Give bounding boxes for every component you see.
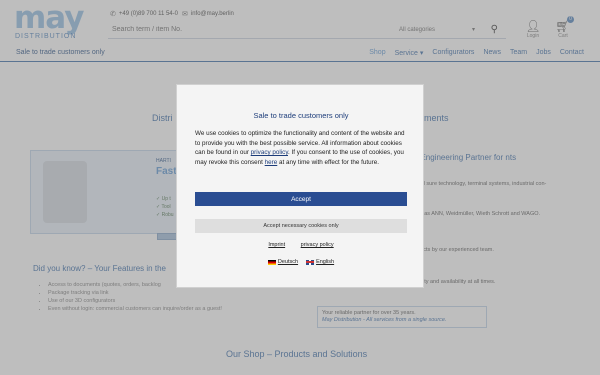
language-de[interactable]: Deutsch — [267, 259, 299, 265]
cookie-consent-dialog: Sale to trade customers only We use cook… — [176, 84, 424, 288]
accept-cookies-button[interactable]: Accept — [195, 192, 407, 206]
cookie-dialog-links: Imprint privacy policy — [177, 242, 425, 248]
cookie-text-3: at any time with effect for the future. — [277, 158, 379, 166]
language-en-label: English — [316, 259, 335, 265]
accept-necessary-cookies-button[interactable]: Accept necessary cookies only — [195, 219, 407, 233]
uk-flag-icon — [306, 259, 315, 265]
privacy-policy-footer-link[interactable]: privacy policy — [301, 242, 334, 248]
revoke-consent-link[interactable]: here — [265, 159, 278, 166]
language-de-label: Deutsch — [277, 259, 299, 265]
cookie-dialog-title: Sale to trade customers only — [253, 111, 349, 120]
cookie-dialog-text: We use cookies to optimize the functiona… — [195, 129, 409, 167]
privacy-policy-link[interactable]: privacy policy — [251, 149, 288, 156]
language-en[interactable]: English — [306, 259, 334, 265]
language-switcher: Deutsch English — [177, 259, 425, 265]
german-flag-icon — [267, 259, 276, 265]
imprint-link[interactable]: Imprint — [268, 242, 285, 248]
